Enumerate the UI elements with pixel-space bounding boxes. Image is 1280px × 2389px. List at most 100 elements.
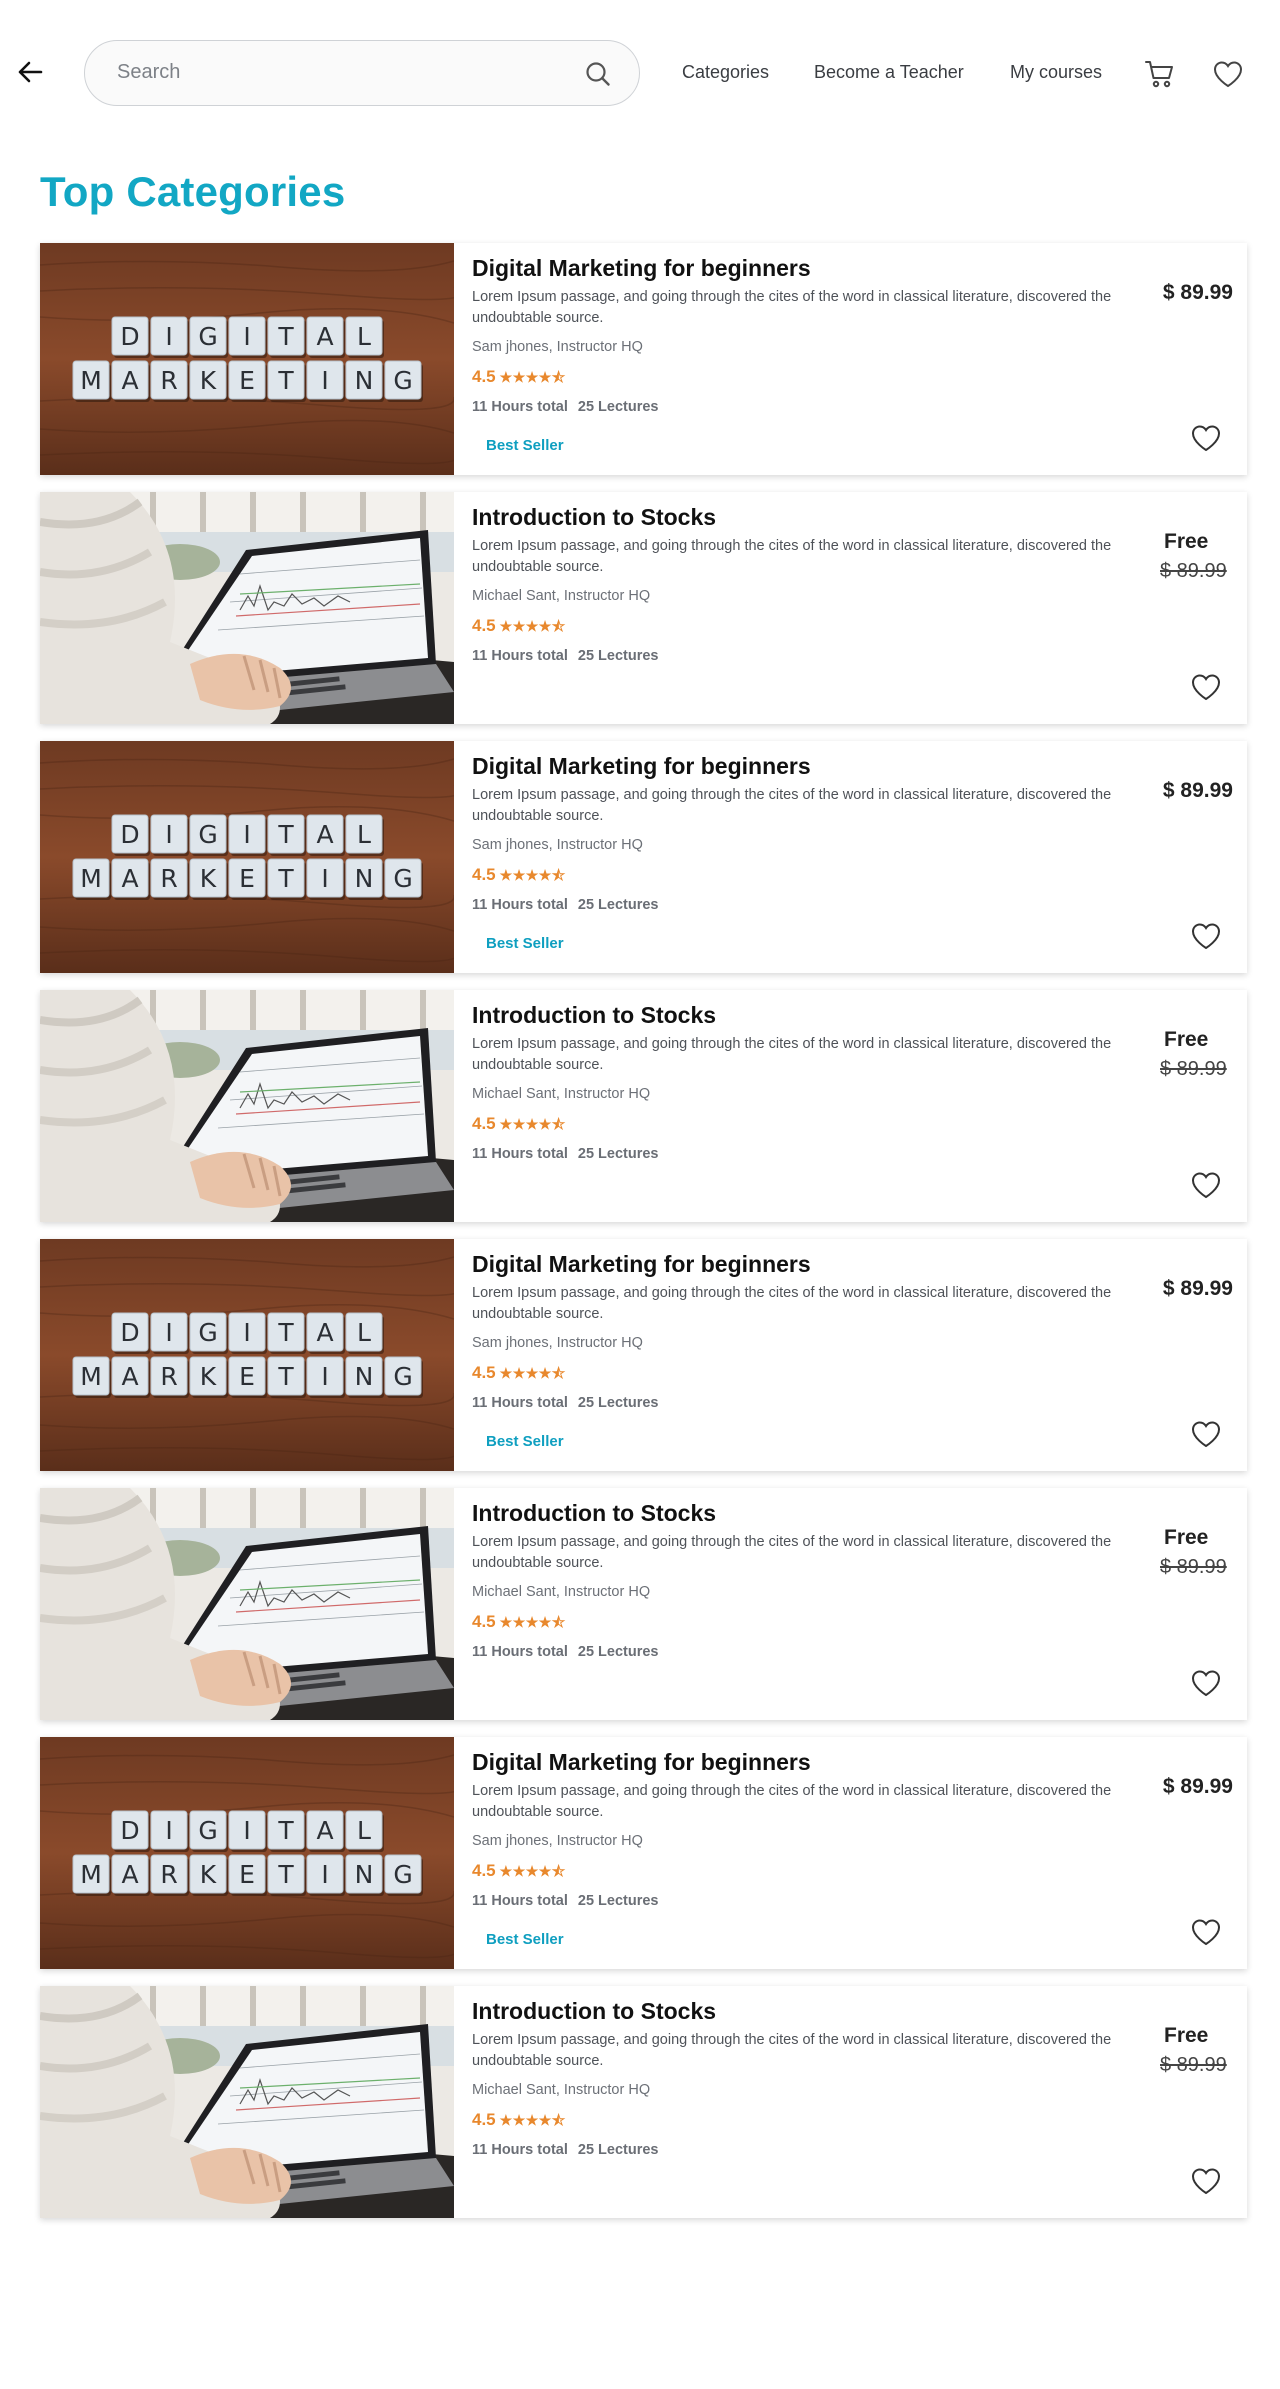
course-meta: 11 Hours total 25 Lectures	[472, 1146, 659, 1162]
tile-letter: G	[393, 1362, 412, 1391]
nav-my-courses[interactable]: My courses	[1010, 62, 1102, 83]
star-rating-icon: ★★★★⯪	[499, 1365, 566, 1381]
tile-letter: G	[198, 1816, 217, 1845]
rating-value: 4.5	[472, 367, 496, 386]
stocks-laptop-thumbnail[interactable]	[40, 990, 454, 1222]
star-rating-icon: ★★★★⯪	[499, 1863, 566, 1879]
star-rating-icon: ★★★★⯪	[499, 618, 566, 634]
tile-letter: D	[120, 322, 139, 351]
course-meta: 11 Hours total 25 Lectures	[472, 648, 659, 664]
course-card[interactable]: DIGITALMARKETING Digital Marketing for b…	[40, 1239, 1247, 1471]
course-title[interactable]: Introduction to Stocks	[472, 1002, 716, 1029]
course-description: Lorem Ipsum passage, and going through t…	[472, 538, 1112, 575]
arrow-left-icon[interactable]	[16, 58, 44, 86]
star-rating-icon: ★★★★⯪	[499, 369, 566, 385]
course-card[interactable]: DIGITALMARKETING Digital Marketing for b…	[40, 741, 1247, 973]
digital-marketing-thumbnail[interactable]: DIGITALMARKETING	[40, 741, 454, 973]
heart-icon[interactable]	[1212, 59, 1244, 89]
heart-icon[interactable]	[1190, 1668, 1222, 1698]
best-seller-badge: Best Seller	[486, 437, 564, 454]
heart-icon[interactable]	[1190, 2166, 1222, 2196]
tile-letter: I	[321, 1860, 328, 1889]
search-bar	[84, 40, 640, 106]
stocks-laptop-thumbnail[interactable]	[40, 1986, 454, 2218]
tile-letter: I	[321, 366, 328, 395]
tile-letter: T	[277, 366, 294, 395]
course-title[interactable]: Digital Marketing for beginners	[472, 753, 811, 780]
heart-icon[interactable]	[1190, 672, 1222, 702]
tile-letter: T	[277, 1318, 294, 1347]
course-title[interactable]: Introduction to Stocks	[472, 504, 716, 531]
nav-become-a-teacher[interactable]: Become a Teacher	[814, 62, 964, 83]
course-card[interactable]: DIGITALMARKETING Digital Marketing for b…	[40, 243, 1247, 475]
heart-icon[interactable]	[1190, 921, 1222, 951]
digital-marketing-thumbnail[interactable]: DIGITALMARKETING	[40, 243, 454, 475]
course-instructor: Sam jhones, Instructor HQ	[472, 339, 643, 355]
course-card[interactable]: DIGITALMARKETING Digital Marketing for b…	[40, 1737, 1247, 1969]
tile-letter: A	[316, 1816, 333, 1845]
course-title[interactable]: Introduction to Stocks	[472, 1998, 716, 2025]
course-original-price: $ 89.99	[1160, 2054, 1227, 2076]
digital-marketing-thumbnail[interactable]: DIGITALMARKETING	[40, 1737, 454, 1969]
course-instructor: Michael Sant, Instructor HQ	[472, 1584, 651, 1600]
course-card[interactable]: Introduction to Stocks Lorem Ipsum passag…	[40, 990, 1247, 1222]
stocks-laptop-thumbnail[interactable]	[40, 492, 454, 724]
course-instructor: Michael Sant, Instructor HQ	[472, 1086, 651, 1102]
course-lectures: 25 Lectures	[577, 897, 659, 913]
heart-icon[interactable]	[1190, 1419, 1222, 1449]
star-rating-icon: ★★★★⯪	[499, 867, 566, 883]
course-lectures: 25 Lectures	[577, 648, 659, 664]
heart-icon[interactable]	[1190, 1917, 1222, 1947]
tile-letter: R	[160, 1362, 177, 1391]
course-instructor: Michael Sant, Instructor HQ	[472, 588, 651, 604]
stocks-laptop-thumbnail[interactable]	[40, 1488, 454, 1720]
course-hours: 11 Hours total	[472, 1395, 568, 1411]
course-rating: 4.5 ★★★★⯪	[472, 2110, 566, 2134]
tile-letter: N	[355, 864, 374, 893]
nav-categories[interactable]: Categories	[682, 62, 769, 83]
tile-letter: K	[200, 1362, 217, 1391]
tile-letter: L	[357, 820, 371, 849]
course-meta: 11 Hours total 25 Lectures	[472, 1644, 659, 1660]
star-rating-icon: ★★★★⯪	[499, 1116, 566, 1132]
course-card[interactable]: Introduction to Stocks Lorem Ipsum passag…	[40, 492, 1247, 724]
rating-value: 4.5	[472, 1612, 496, 1631]
course-card[interactable]: Introduction to Stocks Lorem Ipsum passag…	[40, 1488, 1247, 1720]
course-hours: 11 Hours total	[472, 897, 568, 913]
course-title[interactable]: Introduction to Stocks	[472, 1500, 716, 1527]
rating-value: 4.5	[472, 2110, 496, 2129]
tile-letter: T	[277, 1816, 294, 1845]
course-lectures: 25 Lectures	[577, 1395, 659, 1411]
course-lectures: 25 Lectures	[577, 2142, 659, 2158]
heart-icon[interactable]	[1190, 1170, 1222, 1200]
tile-letter: D	[120, 820, 139, 849]
tile-letter: M	[80, 864, 102, 893]
course-original-price: $ 89.99	[1160, 1556, 1227, 1578]
course-price-free: Free	[1164, 1028, 1209, 1051]
course-instructor: Michael Sant, Instructor HQ	[472, 2082, 651, 2098]
course-description: Lorem Ipsum passage, and going through t…	[472, 1285, 1112, 1322]
course-title[interactable]: Digital Marketing for beginners	[472, 1749, 811, 1776]
course-title[interactable]: Digital Marketing for beginners	[472, 1251, 811, 1278]
tile-letter: I	[243, 1816, 250, 1845]
course-description: Lorem Ipsum passage, and going through t…	[472, 787, 1112, 824]
search-icon[interactable]	[585, 61, 611, 87]
digital-marketing-thumbnail[interactable]: DIGITALMARKETING	[40, 1239, 454, 1471]
best-seller-badge: Best Seller	[486, 935, 564, 952]
tile-letter: T	[277, 322, 294, 351]
tile-letter: L	[357, 1318, 371, 1347]
course-price: $ 89.99	[1162, 779, 1233, 802]
tile-letter: G	[393, 864, 412, 893]
course-meta: 11 Hours total 25 Lectures	[472, 1395, 659, 1411]
course-instructor: Sam jhones, Instructor HQ	[472, 1833, 643, 1849]
course-price-free: Free	[1164, 1526, 1209, 1549]
tile-letter: M	[80, 366, 102, 395]
tile-letter: I	[243, 1318, 250, 1347]
course-rating: 4.5 ★★★★⯪	[472, 616, 566, 640]
search-input[interactable]	[117, 41, 557, 104]
cart-icon[interactable]	[1144, 58, 1176, 90]
course-rating: 4.5 ★★★★⯪	[472, 367, 566, 391]
course-card[interactable]: Introduction to Stocks Lorem Ipsum passag…	[40, 1986, 1247, 2218]
course-title[interactable]: Digital Marketing for beginners	[472, 255, 811, 282]
heart-icon[interactable]	[1190, 423, 1222, 453]
